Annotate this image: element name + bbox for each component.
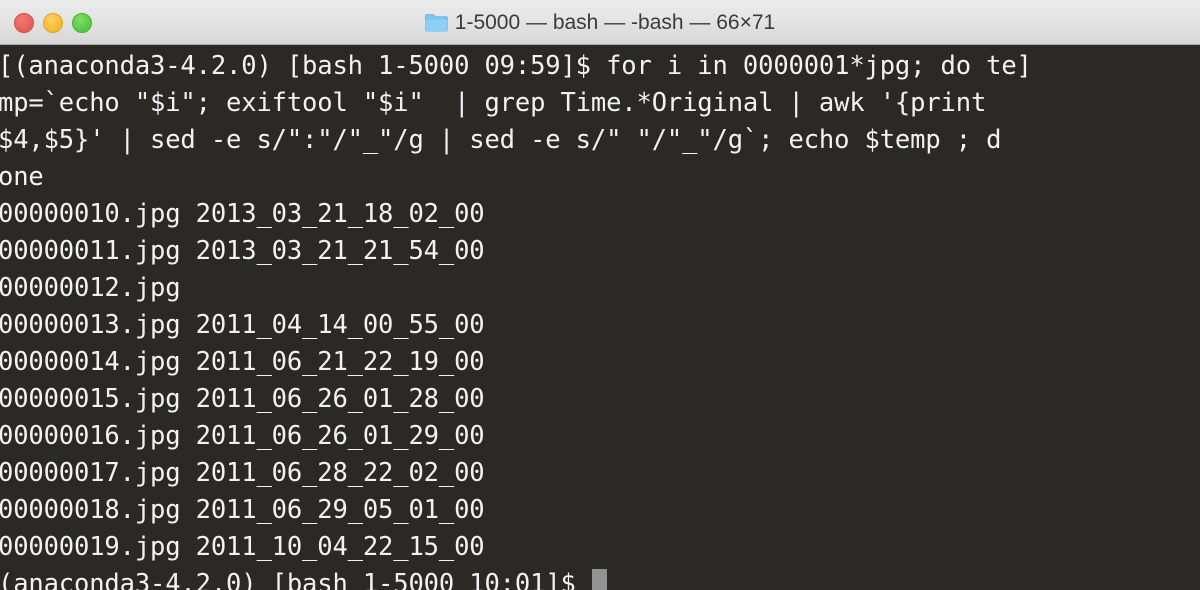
text-cursor[interactable]	[591, 569, 607, 590]
terminal-prompt-line: (anaconda3-4.2.0) [bash 1-5000 10:01]$	[0, 566, 1200, 590]
terminal-line-command-4: one	[0, 162, 44, 192]
window-controls	[14, 0, 92, 45]
terminal-line-output-8: 00000017.jpg 2011_06_28_22_02_00	[0, 458, 485, 488]
terminal-line-output-5: 00000014.jpg 2011_06_21_22_19_00	[0, 347, 485, 377]
terminal-window: 1-5000 — bash — -bash — 66×71 [(anaconda…	[0, 0, 1200, 590]
minimize-button[interactable]	[43, 12, 63, 33]
terminal-line-command-1: [(anaconda3-4.2.0) [bash 1-5000 09:59]$ …	[0, 51, 1032, 81]
terminal-line-output-10: 00000019.jpg 2011_10_04_22_15_00	[0, 532, 485, 562]
terminal-line-output-2: 00000011.jpg 2013_03_21_21_54_00	[0, 236, 485, 266]
terminal-lines: [(anaconda3-4.2.0) [bash 1-5000 09:59]$ …	[0, 48, 1200, 590]
terminal-output-area[interactable]: [(anaconda3-4.2.0) [bash 1-5000 09:59]$ …	[0, 45, 1200, 590]
window-title-group: 1-5000 — bash — -bash — 66×71	[0, 0, 1200, 45]
terminal-line-output-4: 00000013.jpg 2011_04_14_00_55_00	[0, 310, 485, 340]
terminal-line-output-1: 00000010.jpg 2013_03_21_18_02_00	[0, 199, 485, 229]
terminal-line-output-6: 00000015.jpg 2011_06_26_01_28_00	[0, 384, 485, 414]
terminal-line-output-3: 00000012.jpg	[0, 273, 196, 303]
shell-prompt: (anaconda3-4.2.0) [bash 1-5000 10:01]$	[0, 569, 591, 590]
terminal-line-command-2: mp=`echo "$i"; exiftool "$i" | grep Time…	[0, 88, 987, 118]
folder-icon	[424, 14, 448, 32]
maximize-button[interactable]	[72, 12, 92, 33]
close-button[interactable]	[14, 12, 34, 33]
terminal-line-output-9: 00000018.jpg 2011_06_29_05_01_00	[0, 495, 485, 525]
window-title: 1-5000 — bash — -bash — 66×71	[454, 10, 776, 34]
terminal-line-command-3: $4,$5}' | sed -e s/":"/"_"/g | sed -e s/…	[0, 125, 1002, 155]
terminal-line-output-7: 00000016.jpg 2011_06_26_01_29_00	[0, 421, 485, 451]
window-titlebar[interactable]: 1-5000 — bash — -bash — 66×71	[0, 0, 1200, 45]
